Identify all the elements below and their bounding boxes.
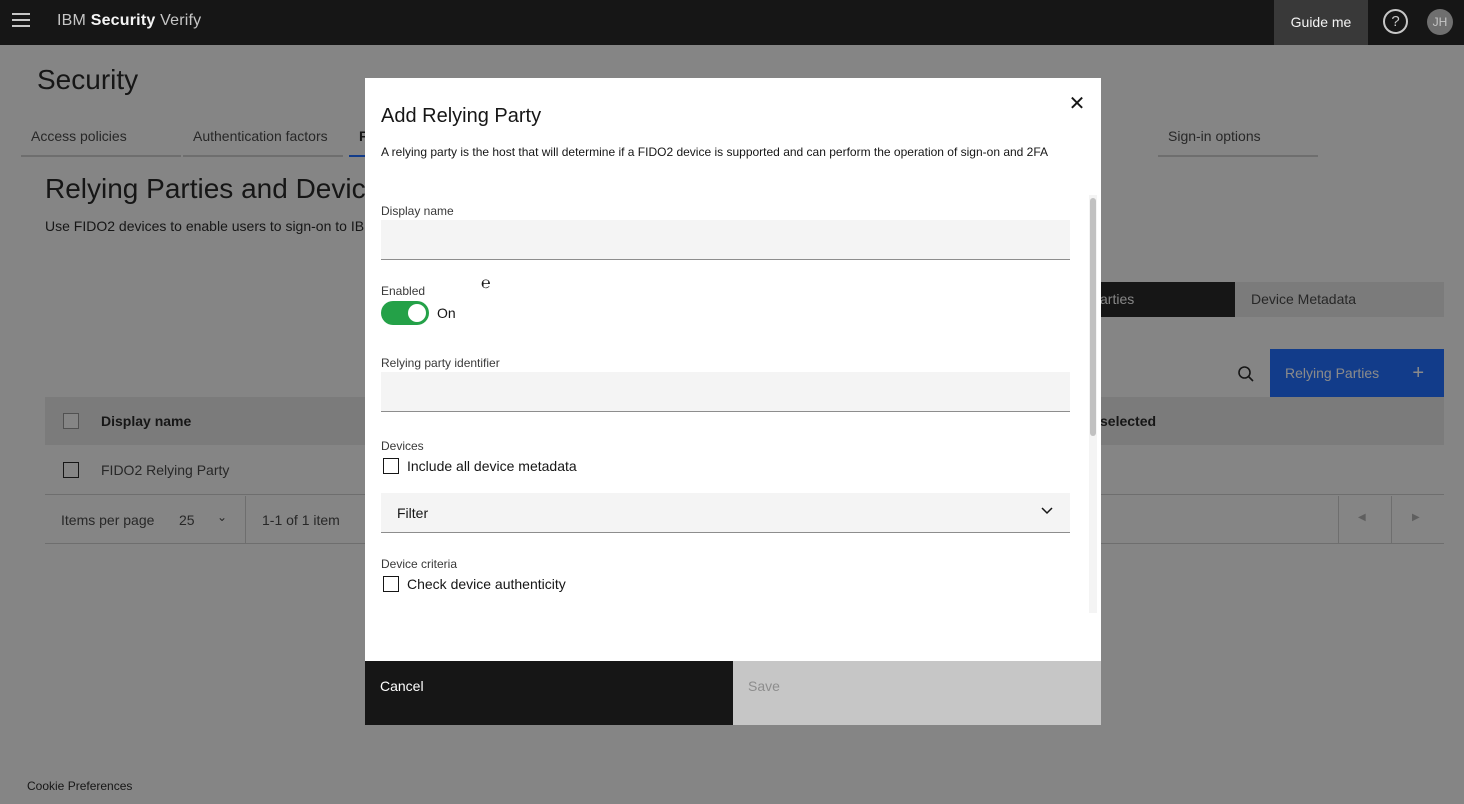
chevron-down-icon [1041,507,1053,515]
enabled-label: Enabled [381,284,426,298]
help-icon[interactable]: ? [1383,9,1408,34]
enabled-toggle[interactable] [381,301,429,325]
rp-identifier-input[interactable] [381,372,1070,412]
guide-me-button[interactable]: Guide me [1274,0,1368,45]
hamburger-menu-icon[interactable] [12,13,30,31]
top-header: IBM Security Verify Guide me ? JH [0,0,1464,45]
save-button[interactable]: Save [733,661,1101,725]
device-criteria-label: Device criteria [381,557,458,571]
display-name-input[interactable] [381,220,1070,260]
brand-logo[interactable]: IBM Security Verify [57,12,201,30]
filter-dropdown-label: Filter [397,505,429,521]
text-cursor-icon: ℮ [481,275,491,292]
check-authenticity-checkbox[interactable] [383,576,399,592]
devices-label: Devices [381,439,424,453]
display-name-label: Display name [381,204,454,218]
close-icon[interactable]: ✕ [1065,92,1089,116]
modal-form: Display name Enabled On Relying party id… [365,195,1101,613]
include-all-metadata-checkbox[interactable] [383,458,399,474]
modal-description: A relying party is the host that will de… [381,145,1049,159]
enabled-state-text: On [437,305,456,321]
rp-identifier-label: Relying party identifier [381,356,500,370]
toggle-knob [408,304,426,322]
avatar[interactable]: JH [1427,9,1453,35]
include-all-metadata-label[interactable]: Include all device metadata [407,458,577,474]
add-relying-party-modal: Add Relying Party ✕ A relying party is t… [365,78,1101,725]
brand-prefix: IBM [57,12,87,29]
brand-bold: Security [90,12,156,29]
scrollbar-thumb[interactable] [1090,198,1096,436]
brand-suffix: Verify [160,12,202,29]
check-authenticity-label[interactable]: Check device authenticity [407,576,566,592]
cancel-button[interactable]: Cancel [365,661,733,725]
filter-dropdown[interactable]: Filter [381,493,1070,533]
modal-title: Add Relying Party [381,105,542,127]
